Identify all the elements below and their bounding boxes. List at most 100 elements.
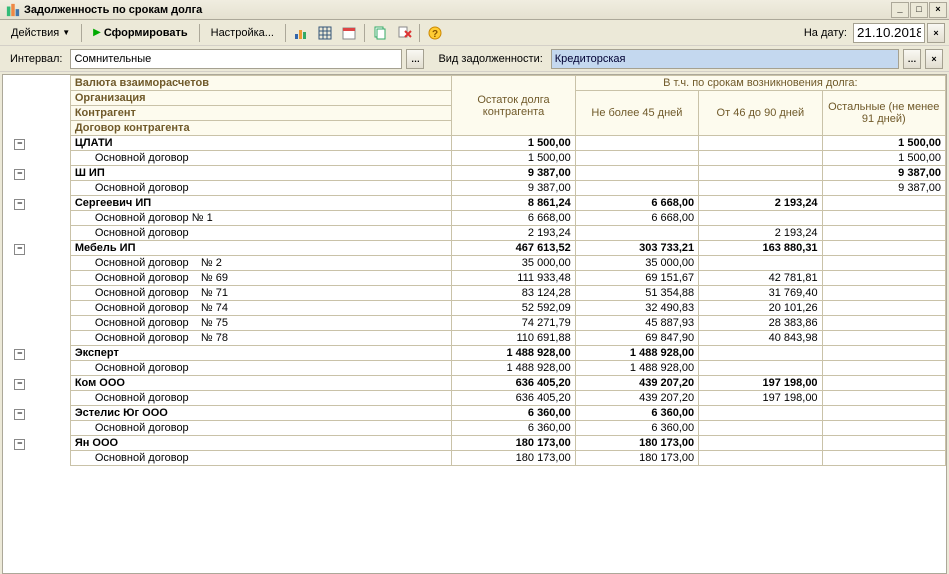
cell-value bbox=[699, 361, 822, 376]
table-row[interactable]: Основной договор № 7452 592,0932 490,832… bbox=[3, 301, 946, 316]
row-name: Эксперт bbox=[70, 346, 451, 361]
table-row[interactable]: −ЦЛАТИ1 500,001 500,00 bbox=[3, 136, 946, 151]
row-name: Основной договор № 69 bbox=[70, 271, 451, 286]
cell-value: 467 613,52 bbox=[452, 241, 575, 256]
date-label: На дату: bbox=[800, 27, 851, 39]
col-header-balance: Остаток долга контрагента bbox=[452, 76, 575, 136]
table-row[interactable]: Основной договор № 78110 691,8869 847,90… bbox=[3, 331, 946, 346]
cell-value: 1 488 928,00 bbox=[452, 361, 575, 376]
table-row[interactable]: −Эксперт1 488 928,001 488 928,00 bbox=[3, 346, 946, 361]
table-row[interactable]: Основной договор6 360,006 360,00 bbox=[3, 421, 946, 436]
help-icon[interactable]: ? bbox=[424, 22, 446, 44]
cell-value bbox=[822, 301, 945, 316]
collapse-toggle[interactable]: − bbox=[14, 139, 25, 150]
maximize-button[interactable]: □ bbox=[910, 2, 928, 18]
report-table: Валюта взаиморасчетов Остаток долга конт… bbox=[3, 75, 946, 466]
svg-text:?: ? bbox=[432, 29, 438, 40]
row-name: Мебель ИП bbox=[70, 241, 451, 256]
settings-button[interactable]: Настройка... bbox=[204, 24, 281, 42]
collapse-toggle[interactable]: − bbox=[14, 244, 25, 255]
table-row[interactable]: −Мебель ИП467 613,52303 733,21163 880,31 bbox=[3, 241, 946, 256]
cell-value bbox=[822, 226, 945, 241]
cell-value bbox=[822, 331, 945, 346]
cell-value: 51 354,88 bbox=[575, 286, 698, 301]
cell-value bbox=[575, 151, 698, 166]
row-name: Ян ООО bbox=[70, 436, 451, 451]
date-input[interactable] bbox=[853, 23, 925, 43]
table-row[interactable]: −Сергеевич ИП8 861,246 668,002 193,24 bbox=[3, 196, 946, 211]
delete-icon[interactable] bbox=[393, 22, 415, 44]
clear-date-button[interactable]: × bbox=[927, 23, 945, 43]
chart-icon[interactable] bbox=[290, 22, 312, 44]
cell-value: 1 500,00 bbox=[822, 136, 945, 151]
actions-menu[interactable]: Действия▼ bbox=[4, 24, 77, 42]
row-name: Ш ИП bbox=[70, 166, 451, 181]
table-row[interactable]: −Ш ИП9 387,009 387,00 bbox=[3, 166, 946, 181]
table-row[interactable]: Основной договор № 16 668,006 668,00 bbox=[3, 211, 946, 226]
interval-input[interactable]: Сомнительные bbox=[70, 49, 402, 69]
row-name: Основной договор № 1 bbox=[70, 211, 451, 226]
cell-value: 74 271,79 bbox=[452, 316, 575, 331]
table-row[interactable]: Основной договор9 387,009 387,00 bbox=[3, 181, 946, 196]
cell-value bbox=[822, 436, 945, 451]
table-row[interactable]: −Ян ООО180 173,00180 173,00 bbox=[3, 436, 946, 451]
cell-value bbox=[822, 241, 945, 256]
cell-value: 197 198,00 bbox=[699, 391, 822, 406]
titlebar: Задолженность по срокам долга _ □ × bbox=[0, 0, 949, 20]
collapse-toggle[interactable]: − bbox=[14, 199, 25, 210]
report-area[interactable]: Валюта взаиморасчетов Остаток долга конт… bbox=[2, 74, 947, 574]
cell-value bbox=[699, 436, 822, 451]
table-row[interactable]: Основной договор1 500,001 500,00 bbox=[3, 151, 946, 166]
cell-value bbox=[822, 346, 945, 361]
debt-type-lookup-button[interactable]: … bbox=[903, 49, 921, 69]
cell-value: 6 360,00 bbox=[452, 406, 575, 421]
copy-icon[interactable] bbox=[369, 22, 391, 44]
row-name: Основной договор № 71 bbox=[70, 286, 451, 301]
table-row[interactable]: Основной договор2 193,242 193,24 bbox=[3, 226, 946, 241]
row-name: ЦЛАТИ bbox=[70, 136, 451, 151]
filterbar: Интервал: Сомнительные … Вид задолженнос… bbox=[0, 46, 949, 72]
cell-value bbox=[822, 451, 945, 466]
collapse-toggle[interactable]: − bbox=[14, 409, 25, 420]
calendar-icon[interactable] bbox=[338, 22, 360, 44]
cell-value bbox=[822, 256, 945, 271]
cell-value: 9 387,00 bbox=[822, 181, 945, 196]
cell-value bbox=[699, 211, 822, 226]
cell-value bbox=[575, 226, 698, 241]
interval-lookup-button[interactable]: … bbox=[406, 49, 424, 69]
cell-value: 9 387,00 bbox=[452, 166, 575, 181]
row-name: Основной договор bbox=[70, 451, 451, 466]
table-row[interactable]: Основной договор1 488 928,001 488 928,00 bbox=[3, 361, 946, 376]
collapse-toggle[interactable]: − bbox=[14, 439, 25, 450]
close-button[interactable]: × bbox=[929, 2, 947, 18]
cell-value: 439 207,20 bbox=[575, 376, 698, 391]
cell-value: 197 198,00 bbox=[699, 376, 822, 391]
table-row[interactable]: Основной договор636 405,20439 207,20197 … bbox=[3, 391, 946, 406]
table-row[interactable]: Основной договор180 173,00180 173,00 bbox=[3, 451, 946, 466]
collapse-toggle[interactable]: − bbox=[14, 379, 25, 390]
window-title: Задолженность по срокам долга bbox=[24, 4, 890, 16]
row-name: Эстелис Юг ООО bbox=[70, 406, 451, 421]
row-name: Основной договор № 78 bbox=[70, 331, 451, 346]
cell-value: 40 843,98 bbox=[699, 331, 822, 346]
table-row[interactable]: −Эстелис Юг ООО6 360,006 360,00 bbox=[3, 406, 946, 421]
debt-type-select[interactable]: Кредиторская bbox=[551, 49, 899, 69]
cell-value: 8 861,24 bbox=[452, 196, 575, 211]
cell-value: 83 124,28 bbox=[452, 286, 575, 301]
debt-type-clear-button[interactable]: × bbox=[925, 49, 943, 69]
table-row[interactable]: Основной договор № 7183 124,2851 354,883… bbox=[3, 286, 946, 301]
collapse-toggle[interactable]: − bbox=[14, 169, 25, 180]
generate-button[interactable]: ▶Сформировать bbox=[86, 24, 195, 42]
minimize-button[interactable]: _ bbox=[891, 2, 909, 18]
col-header-p2: От 46 до 90 дней bbox=[699, 91, 822, 136]
table-row[interactable]: Основной договор № 7574 271,7945 887,932… bbox=[3, 316, 946, 331]
table-icon[interactable] bbox=[314, 22, 336, 44]
collapse-toggle[interactable]: − bbox=[14, 349, 25, 360]
table-row[interactable]: Основной договор № 235 000,0035 000,00 bbox=[3, 256, 946, 271]
cell-value bbox=[575, 166, 698, 181]
cell-value: 180 173,00 bbox=[452, 451, 575, 466]
cell-value: 180 173,00 bbox=[575, 436, 698, 451]
col-header-contract: Договор контрагента bbox=[70, 121, 451, 136]
table-row[interactable]: Основной договор № 69111 933,4869 151,67… bbox=[3, 271, 946, 286]
table-row[interactable]: −Ком ООО636 405,20439 207,20197 198,00 bbox=[3, 376, 946, 391]
